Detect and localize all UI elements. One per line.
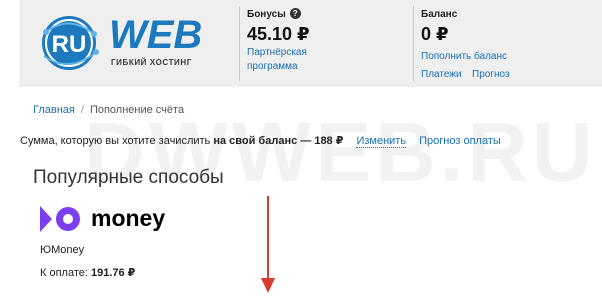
forecast-link[interactable]: Прогноз	[472, 68, 510, 82]
payment-amount: К оплате: 191.76 ₽	[40, 266, 135, 279]
change-amount-link[interactable]: Изменить	[356, 135, 407, 148]
top-up-balance-link[interactable]: Пополнить баланс	[421, 50, 507, 64]
logo-badge-text: RU	[52, 31, 87, 58]
yoomoney-logo-icon[interactable]	[40, 206, 84, 232]
amount-value: на свой баланс — 188 ₽	[213, 135, 344, 147]
logo-globe-icon: RU	[42, 16, 99, 70]
payments-link[interactable]: Платежи	[421, 68, 462, 82]
amount-summary: Сумма, которую вы хотите зачислить на св…	[20, 134, 501, 148]
balance-title: Баланс	[421, 9, 458, 20]
pay-amount: 191.76 ₽	[90, 267, 136, 279]
bonus-title: Бонусы	[247, 9, 286, 20]
bonus-value: 45.10 ₽	[247, 24, 310, 44]
logo-wordmark: WEB	[109, 13, 203, 57]
money-wordmark[interactable]: money	[91, 204, 165, 232]
breadcrumb-home-link[interactable]: Главная	[33, 104, 75, 116]
site-logo[interactable]: RU WEB ГИБКИЙ ХОСТИНГ	[36, 12, 202, 74]
help-icon[interactable]: ?	[289, 8, 301, 19]
header-divider	[239, 6, 240, 81]
breadcrumb-current: Пополнение счёта	[89, 104, 185, 116]
pay-label: К оплате:	[40, 267, 88, 279]
payment-forecast-link[interactable]: Прогноз оплаты	[419, 135, 501, 147]
breadcrumb-separator: /	[80, 104, 84, 116]
balance-value: 0 ₽	[421, 24, 449, 44]
breadcrumb: Главная / Пополнение счёта	[33, 104, 184, 116]
logo-tagline: ГИБКИЙ ХОСТИНГ	[111, 58, 192, 67]
payment-method-name: ЮMoney	[40, 244, 85, 256]
header-bar: RU WEB ГИБКИЙ ХОСТИНГ Бонусы? 45.10 ₽ Па…	[19, 0, 602, 87]
header-divider	[413, 6, 414, 81]
amount-prefix: Сумма, которую вы хотите зачислить	[20, 135, 211, 147]
partner-program-link[interactable]: Партнёрская программа	[247, 46, 307, 74]
balance-block: Баланс 0 ₽ Пополнить баланс Платежи Прог…	[421, 8, 591, 82]
popular-methods-title: Популярные способы	[33, 167, 224, 188]
down-arrow-icon	[261, 196, 275, 293]
bonus-block: Бонусы? 45.10 ₽ Партнёрская программа	[247, 8, 407, 74]
